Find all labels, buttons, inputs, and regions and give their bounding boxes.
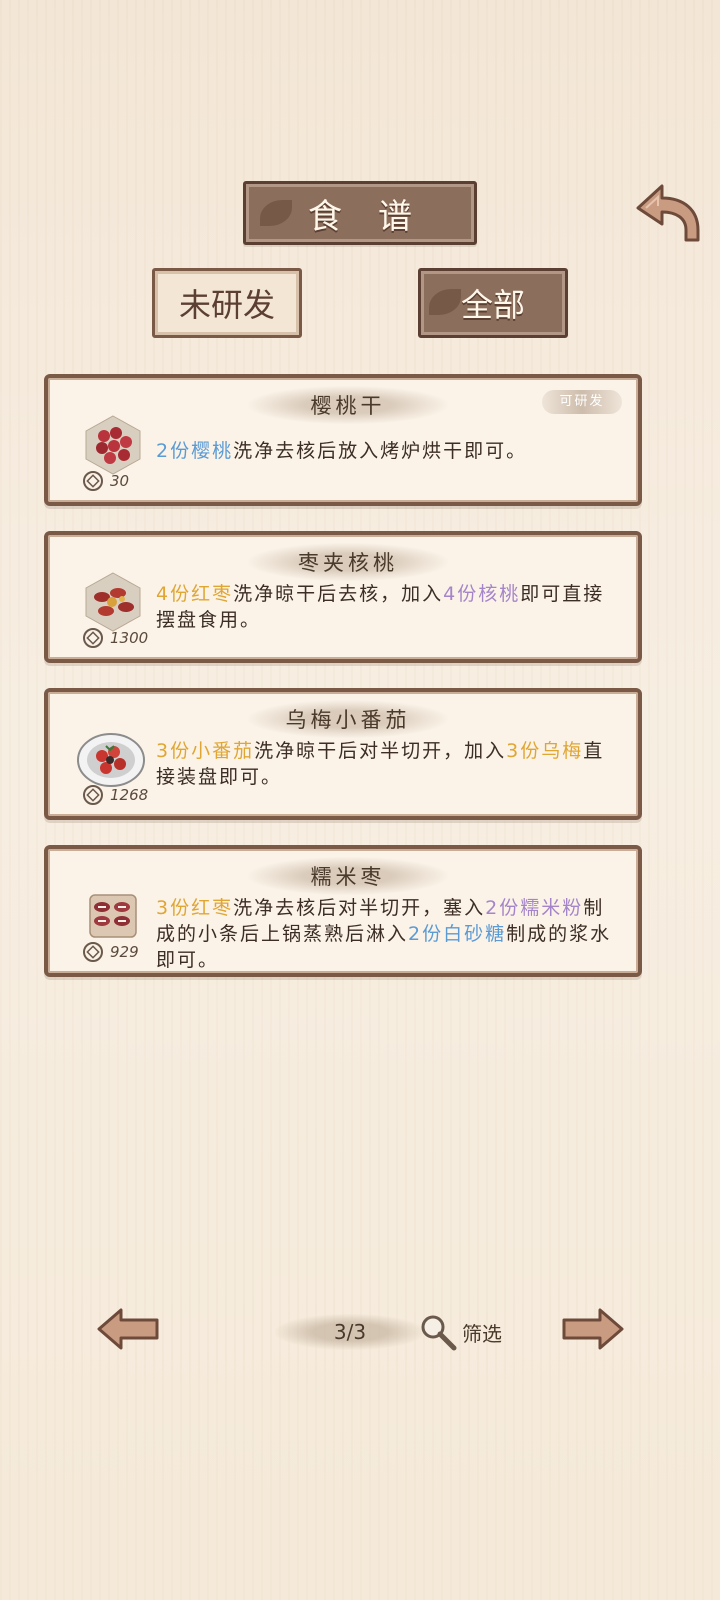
price-row: 1300 <box>82 627 148 649</box>
recipe-name: 樱桃干 <box>248 386 448 424</box>
date-walnut-dish-icon <box>85 572 141 632</box>
can-develop-badge: 可研发 <box>542 390 622 414</box>
dried-cherry-dish-icon <box>85 415 141 475</box>
page-indicator: 3/3 <box>275 1314 425 1350</box>
recipe-description: 3份红枣洗净去核后对半切开，塞入2份糯米粉制成的小条后上锅蒸熟后淋入2份白砂糖制… <box>156 895 616 973</box>
price-row: 929 <box>82 941 139 963</box>
ingredient-text: 2份樱桃 <box>156 440 234 462</box>
price-row: 30 <box>82 470 129 492</box>
coin-icon <box>83 471 103 491</box>
price-row: 1268 <box>82 784 148 806</box>
ingredient-text: 2份糯米粉 <box>485 897 584 919</box>
price-value: 30 <box>110 472 130 490</box>
recipe-description: 2份樱桃洗净去核后放入烤炉烘干即可。 <box>156 438 616 464</box>
tab-all-label: 全部 <box>460 286 525 324</box>
recipe-description: 3份小番茄洗净晾干后对半切开，加入3份乌梅直接装盘即可。 <box>156 738 616 790</box>
magnifier-icon <box>421 1315 457 1351</box>
description-text: 洗净晾干后去核，加入 <box>233 583 444 605</box>
coin-icon <box>83 628 103 648</box>
recipe-name: 乌梅小番茄 <box>248 700 448 738</box>
ingredient-text: 4份红枣 <box>156 583 234 605</box>
recipe-name: 枣夹核桃 <box>248 543 448 581</box>
page-title: 食谱 <box>308 196 448 237</box>
price-value: 929 <box>110 943 139 961</box>
page-title-plaque: 食谱 <box>243 181 477 245</box>
recipe-card-date-walnut[interactable]: 枣夹核桃 1300 4份红枣洗净晾干后去核，加入4份核桃即可直接摆盘食用。 <box>44 531 642 663</box>
filter-button[interactable]: 筛选 <box>418 1310 518 1354</box>
prev-page-arrow-icon[interactable] <box>95 1306 161 1352</box>
tab-undeveloped[interactable]: 未研发 <box>152 268 302 338</box>
page-number: 3/3 <box>333 1320 367 1344</box>
description-text: 洗净去核后放入烤炉烘干即可。 <box>233 440 528 462</box>
description-text: 洗净去核后对半切开，塞入 <box>233 897 486 919</box>
plum-tomato-dish-icon <box>77 733 145 787</box>
recipe-card-plum-tomato[interactable]: 乌梅小番茄 1268 3份小番茄洗净晾干后对半切开，加入3份乌梅直接装盘即可。 <box>44 688 642 820</box>
tab-undeveloped-label: 未研发 <box>178 286 275 324</box>
filter-label: 筛选 <box>462 1321 502 1346</box>
next-page-arrow-icon[interactable] <box>560 1306 626 1352</box>
ingredient-text: 4份核桃 <box>443 583 521 605</box>
recipe-card-glutinous-date[interactable]: 糯米枣 929 3份红枣洗净去核后对半切开，塞入2份糯米粉制成的小条后上锅蒸熟后… <box>44 845 642 977</box>
price-value: 1268 <box>110 786 149 804</box>
ingredient-text: 3份红枣 <box>156 897 234 919</box>
back-arrow-icon[interactable] <box>630 178 704 248</box>
glutinous-date-dish-icon <box>89 894 137 938</box>
ingredient-text: 3份小番茄 <box>156 740 255 762</box>
recipe-card-cherry[interactable]: 樱桃干 可研发 30 2份樱桃洗净去核后放入烤炉烘干即可。 <box>44 374 642 506</box>
recipe-description: 4份红枣洗净晾干后去核，加入4份核桃即可直接摆盘食用。 <box>156 581 616 633</box>
coin-icon <box>83 942 103 962</box>
price-value: 1300 <box>110 629 149 647</box>
ingredient-text: 3份乌梅 <box>506 740 584 762</box>
ingredient-text: 2份白砂糖 <box>408 923 507 945</box>
tab-all[interactable]: 全部 <box>418 268 568 338</box>
leaf-decoration-icon <box>429 289 461 315</box>
recipe-name: 糯米枣 <box>248 857 448 895</box>
coin-icon <box>83 785 103 805</box>
description-text: 洗净晾干后对半切开，加入 <box>254 740 507 762</box>
